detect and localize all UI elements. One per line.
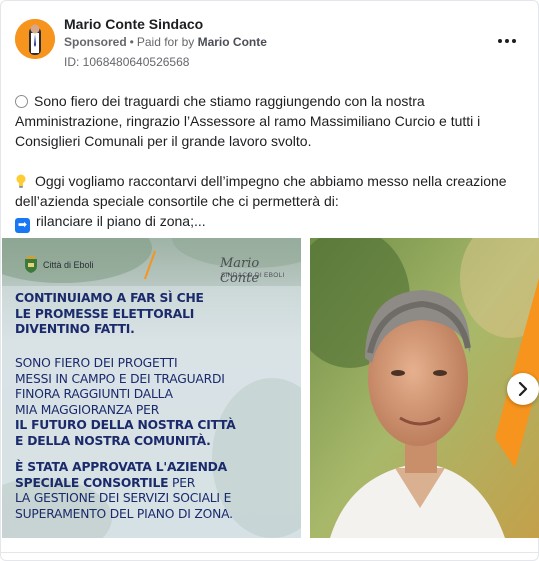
city-crest-icon	[25, 256, 37, 273]
approval-line-mixed: SPECIALE CONSORTILE PER	[15, 476, 233, 492]
more-dot	[512, 39, 516, 43]
ad-id: ID: 1068480640526568	[64, 55, 190, 69]
page-name[interactable]: Mario Conte Sindaco	[64, 16, 203, 32]
body-paragraph-3-text[interactable]: rilanciare il piano di zona;...	[36, 213, 206, 229]
more-horizontal-icon	[498, 39, 502, 43]
headline-line: CONTINUIAMO A FAR SÌ CHE	[15, 291, 204, 305]
body-paragraph-2: Oggi vogliamo raccontarvi dell’impegno c…	[15, 171, 525, 211]
sponsored-label: Sponsored	[64, 35, 127, 49]
city-name: Città di Eboli	[43, 260, 94, 270]
headline-line: DIVENTINO FATTI.	[15, 322, 135, 336]
circle-icon	[15, 95, 28, 108]
signature-name: Mario Conte	[220, 256, 260, 286]
separator-dot: •	[129, 35, 134, 49]
body-paragraph-3: ➡ rilanciare il piano di zona;...	[15, 211, 525, 233]
statement-line: MIA MAGGIORANZA PER	[15, 402, 160, 417]
approval-bold-text: SPECIALE CONSORTILE	[15, 475, 169, 490]
statement-block: SONO FIERO DEI PROGETTI MESSI IN CAMPO E…	[15, 356, 236, 449]
body-paragraph-2-text: Oggi vogliamo raccontarvi dell’impegno c…	[15, 173, 507, 209]
statement-line: MESSI IN CAMPO E DEI TRAGUARDI	[15, 371, 225, 386]
mayor-portrait-image	[310, 238, 539, 538]
statement-line: FINORA RAGGIUNTI DALLA	[15, 387, 173, 401]
chevron-right-icon	[518, 382, 528, 396]
body-paragraph-1-text: Sono fiero dei traguardi che stiamo ragg…	[15, 93, 481, 149]
more-dot	[505, 39, 509, 43]
sponsored-line: Sponsored • Paid for by Mario Conte	[64, 35, 267, 49]
carousel-next-button[interactable]	[507, 373, 539, 405]
city-logo: Città di Eboli	[24, 256, 94, 274]
statement-line-bold: IL FUTURO DELLA NOSTRA CITTÀ	[15, 418, 236, 432]
more-options-button[interactable]	[495, 31, 519, 51]
carousel-slide-2[interactable]	[310, 238, 539, 538]
approval-rest-text: PER	[168, 475, 196, 490]
signature-role: SINDACO DI EBOLI	[221, 272, 285, 279]
carousel-slide-1[interactable]: Città di Eboli Mario Conte SINDACO DI EB…	[2, 238, 301, 538]
statement-line: SONO FIERO DEI PROGETTI	[15, 356, 178, 370]
page-avatar[interactable]	[15, 19, 55, 59]
approval-line-bold: È STATA APPROVATA L'AZIENDA	[15, 460, 227, 474]
paid-for-prefix: Paid for by	[136, 35, 195, 49]
approval-line: LA GESTIONE DEI SERVIZI SOCIALI E	[15, 491, 232, 505]
post-body: Sono fiero dei traguardi che stiamo ragg…	[15, 91, 525, 233]
headline-line: LE PROMESSE ELETTORALI	[15, 306, 195, 321]
approval-block: È STATA APPROVATA L'AZIENDA SPECIALE CON…	[15, 460, 233, 522]
statement-line-bold: E DELLA NOSTRA COMUNITÀ.	[15, 433, 211, 448]
light-bulb-icon	[16, 174, 26, 188]
image-carousel[interactable]: Città di Eboli Mario Conte SINDACO DI EB…	[2, 238, 539, 538]
approval-line: SUPERAMENTO DEL PIANO DI ZONA.	[15, 506, 233, 521]
body-paragraph-1: Sono fiero dei traguardi che stiamo ragg…	[15, 91, 525, 151]
headline-block: CONTINUIAMO A FAR SÌ CHE LE PROMESSE ELE…	[15, 291, 204, 338]
footer-divider	[1, 552, 539, 553]
paid-for-name[interactable]: Mario Conte	[198, 35, 267, 49]
right-arrow-icon: ➡	[15, 218, 30, 233]
ad-card: Mario Conte Sindaco Sponsored • Paid for b…	[0, 0, 539, 561]
